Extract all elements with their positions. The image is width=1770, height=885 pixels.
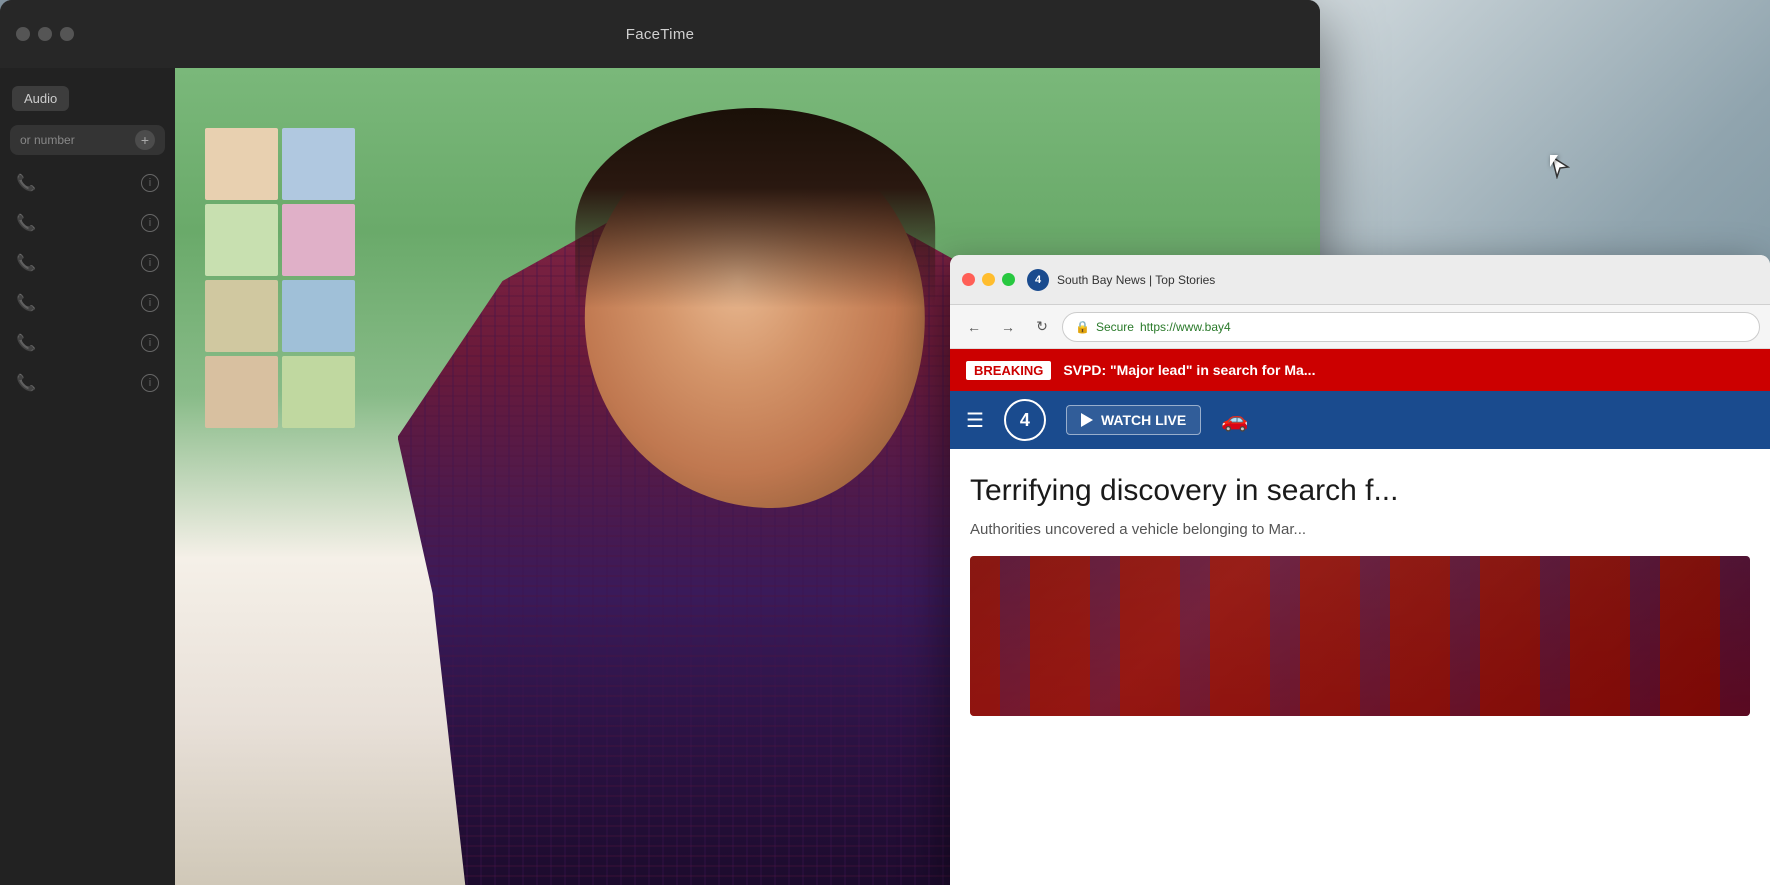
secure-label: Secure	[1096, 320, 1134, 334]
list-item[interactable]: 📞 i	[0, 243, 175, 283]
info-icon[interactable]: i	[141, 294, 159, 312]
facetime-title: FaceTime	[626, 26, 695, 43]
browser-traffic-lights	[962, 273, 1015, 286]
list-item[interactable]: 📞 i	[0, 163, 175, 203]
list-item[interactable]: 📞 i	[0, 363, 175, 403]
info-icon[interactable]: i	[141, 334, 159, 352]
article-headline[interactable]: Terrifying discovery in search f...	[970, 473, 1750, 509]
browser-navbar: ← → ↻ 🔒 Secure https://www.bay4	[950, 305, 1770, 349]
wall-photos	[205, 128, 355, 428]
hamburger-menu-icon[interactable]: ☰	[966, 408, 984, 433]
browser-minimize-button[interactable]	[982, 273, 995, 286]
maximize-button[interactable]	[60, 27, 74, 41]
browser-maximize-button[interactable]	[1002, 273, 1015, 286]
phone-icon: 📞	[16, 333, 36, 353]
audio-button[interactable]: Audio	[12, 86, 69, 111]
list-item[interactable]: 📞 i	[0, 203, 175, 243]
facetime-titlebar: FaceTime	[0, 0, 1320, 68]
browser-close-button[interactable]	[962, 273, 975, 286]
url-text: https://www.bay4	[1140, 320, 1231, 334]
info-icon[interactable]: i	[141, 174, 159, 192]
refresh-button[interactable]: ↻	[1028, 313, 1056, 341]
contact-list: 📞 i 📞 i 📞 i 📞 i 📞 i 📞 i	[0, 163, 175, 403]
list-item[interactable]: 📞 i	[0, 283, 175, 323]
search-placeholder: or number	[20, 133, 75, 147]
article-subtitle: Authorities uncovered a vehicle belongin…	[970, 519, 1750, 540]
add-contact-button[interactable]: +	[135, 130, 155, 150]
back-button[interactable]: ←	[960, 313, 988, 341]
phone-icon: 📞	[16, 213, 36, 233]
breaking-news-text: SVPD: "Major lead" in search for Ma...	[1063, 362, 1315, 378]
traffic-icon[interactable]: 🚗	[1221, 407, 1248, 433]
list-item[interactable]: 📞 i	[0, 323, 175, 363]
watch-live-button[interactable]: WATCH LIVE	[1066, 405, 1201, 435]
browser-window: 4 South Bay News | Top Stories ← → ↻ 🔒 S…	[950, 255, 1770, 885]
phone-icon: 📞	[16, 173, 36, 193]
article-image	[970, 556, 1750, 716]
info-icon[interactable]: i	[141, 214, 159, 232]
phone-icon: 📞	[16, 293, 36, 313]
close-button[interactable]	[16, 27, 30, 41]
search-field[interactable]: or number +	[10, 125, 165, 155]
play-icon	[1081, 413, 1093, 427]
breaking-news-banner: BREAKING SVPD: "Major lead" in search fo…	[950, 349, 1770, 391]
lock-icon: 🔒	[1075, 320, 1090, 334]
site-logo: 4	[1004, 399, 1046, 441]
article-area: Terrifying discovery in search f... Auth…	[950, 449, 1770, 732]
facetime-sidebar: Audio or number + 📞 i 📞 i 📞 i 📞 i	[0, 68, 175, 885]
browser-titlebar: 4 South Bay News | Top Stories	[950, 255, 1770, 305]
url-bar[interactable]: 🔒 Secure https://www.bay4	[1062, 312, 1760, 342]
browser-favicon: 4	[1027, 269, 1049, 291]
browser-tab-title: South Bay News | Top Stories	[1057, 273, 1215, 287]
phone-icon: 📞	[16, 373, 36, 393]
forward-button[interactable]: →	[994, 313, 1022, 341]
traffic-lights	[16, 27, 74, 41]
info-icon[interactable]: i	[141, 374, 159, 392]
site-navbar: ☰ 4 WATCH LIVE 🚗	[950, 391, 1770, 449]
info-icon[interactable]: i	[141, 254, 159, 272]
breaking-label: BREAKING	[966, 361, 1051, 380]
phone-icon: 📞	[16, 253, 36, 273]
minimize-button[interactable]	[38, 27, 52, 41]
